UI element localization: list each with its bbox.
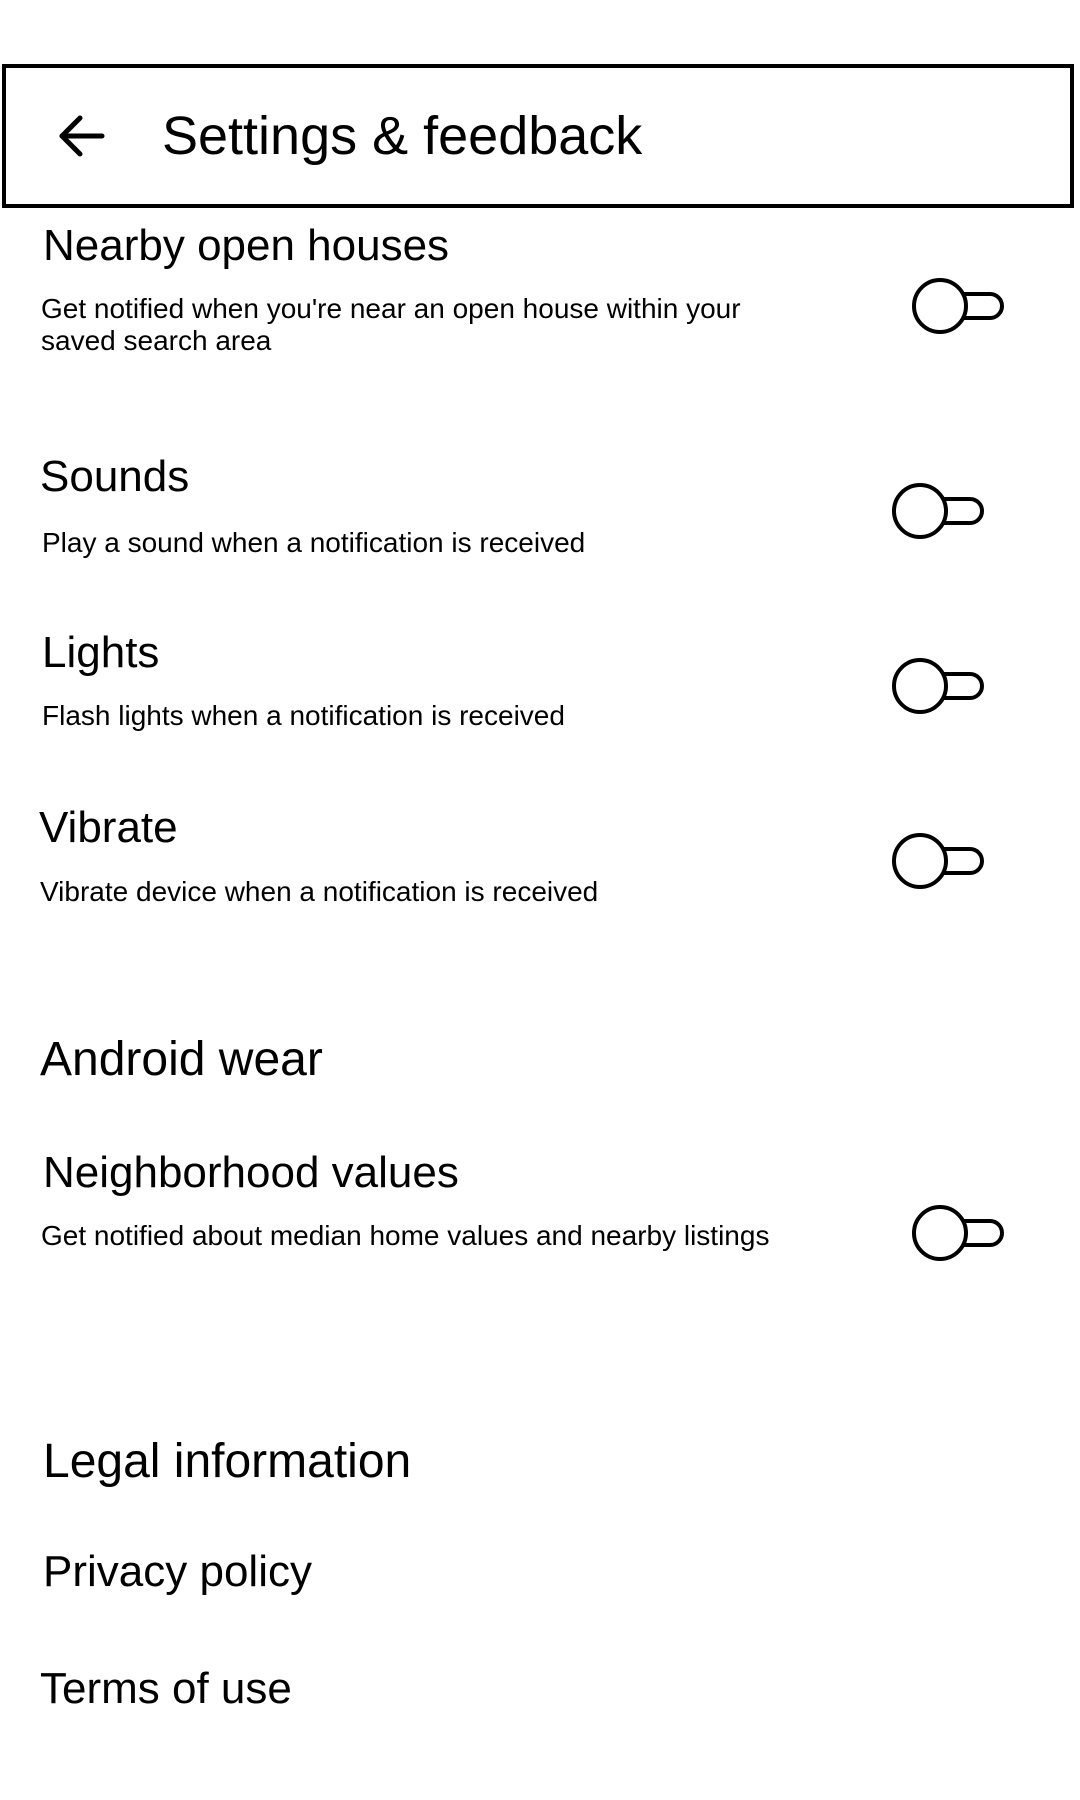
vibrate-title: Vibrate [39, 803, 178, 852]
sounds-switch[interactable] [890, 479, 986, 543]
nearby-open-houses-description-line-2: saved search area [41, 325, 272, 356]
switch-thumb [892, 483, 948, 539]
neighborhood-values-switch[interactable] [910, 1201, 1006, 1265]
nearby-open-houses-switch[interactable] [910, 274, 1006, 338]
switch-thumb [892, 658, 948, 714]
back-button[interactable] [46, 94, 118, 178]
switch-thumb [912, 278, 968, 334]
privacy-policy-link[interactable]: Privacy policy [43, 1547, 312, 1597]
page-title: Settings & feedback [162, 106, 643, 166]
switch-thumb [912, 1205, 968, 1261]
lights-description: Flash lights when a notification is rece… [42, 700, 565, 731]
toggle-switch-icon [912, 1205, 1004, 1261]
neighborhood-values-description: Get notified about median home values an… [41, 1220, 770, 1251]
vibrate-description: Vibrate device when a notification is re… [40, 876, 599, 907]
nearby-open-houses-description-line-1: Get notified when you're near an open ho… [41, 293, 741, 324]
lights-title: Lights [42, 628, 160, 677]
toggle-switch-icon [892, 483, 984, 539]
neighborhood-values-title: Neighborhood values [43, 1148, 459, 1197]
sounds-title: Sounds [40, 452, 190, 501]
app-bar: Settings & feedback [2, 64, 1074, 208]
vibrate-switch[interactable] [890, 829, 986, 893]
toggle-switch-icon [912, 278, 1004, 334]
lights-switch[interactable] [890, 654, 986, 718]
terms-of-use-link[interactable]: Terms of use [40, 1664, 292, 1714]
toggle-switch-icon [892, 833, 984, 889]
arrow-back-icon [59, 115, 105, 157]
sounds-description: Play a sound when a notification is rece… [42, 527, 586, 558]
android-wear-header: Android wear [40, 1033, 323, 1086]
nearby-open-houses-title: Nearby open houses [43, 221, 450, 270]
switch-thumb [892, 833, 948, 889]
toggle-switch-icon [892, 658, 984, 714]
legal-information-header: Legal information [43, 1435, 412, 1488]
